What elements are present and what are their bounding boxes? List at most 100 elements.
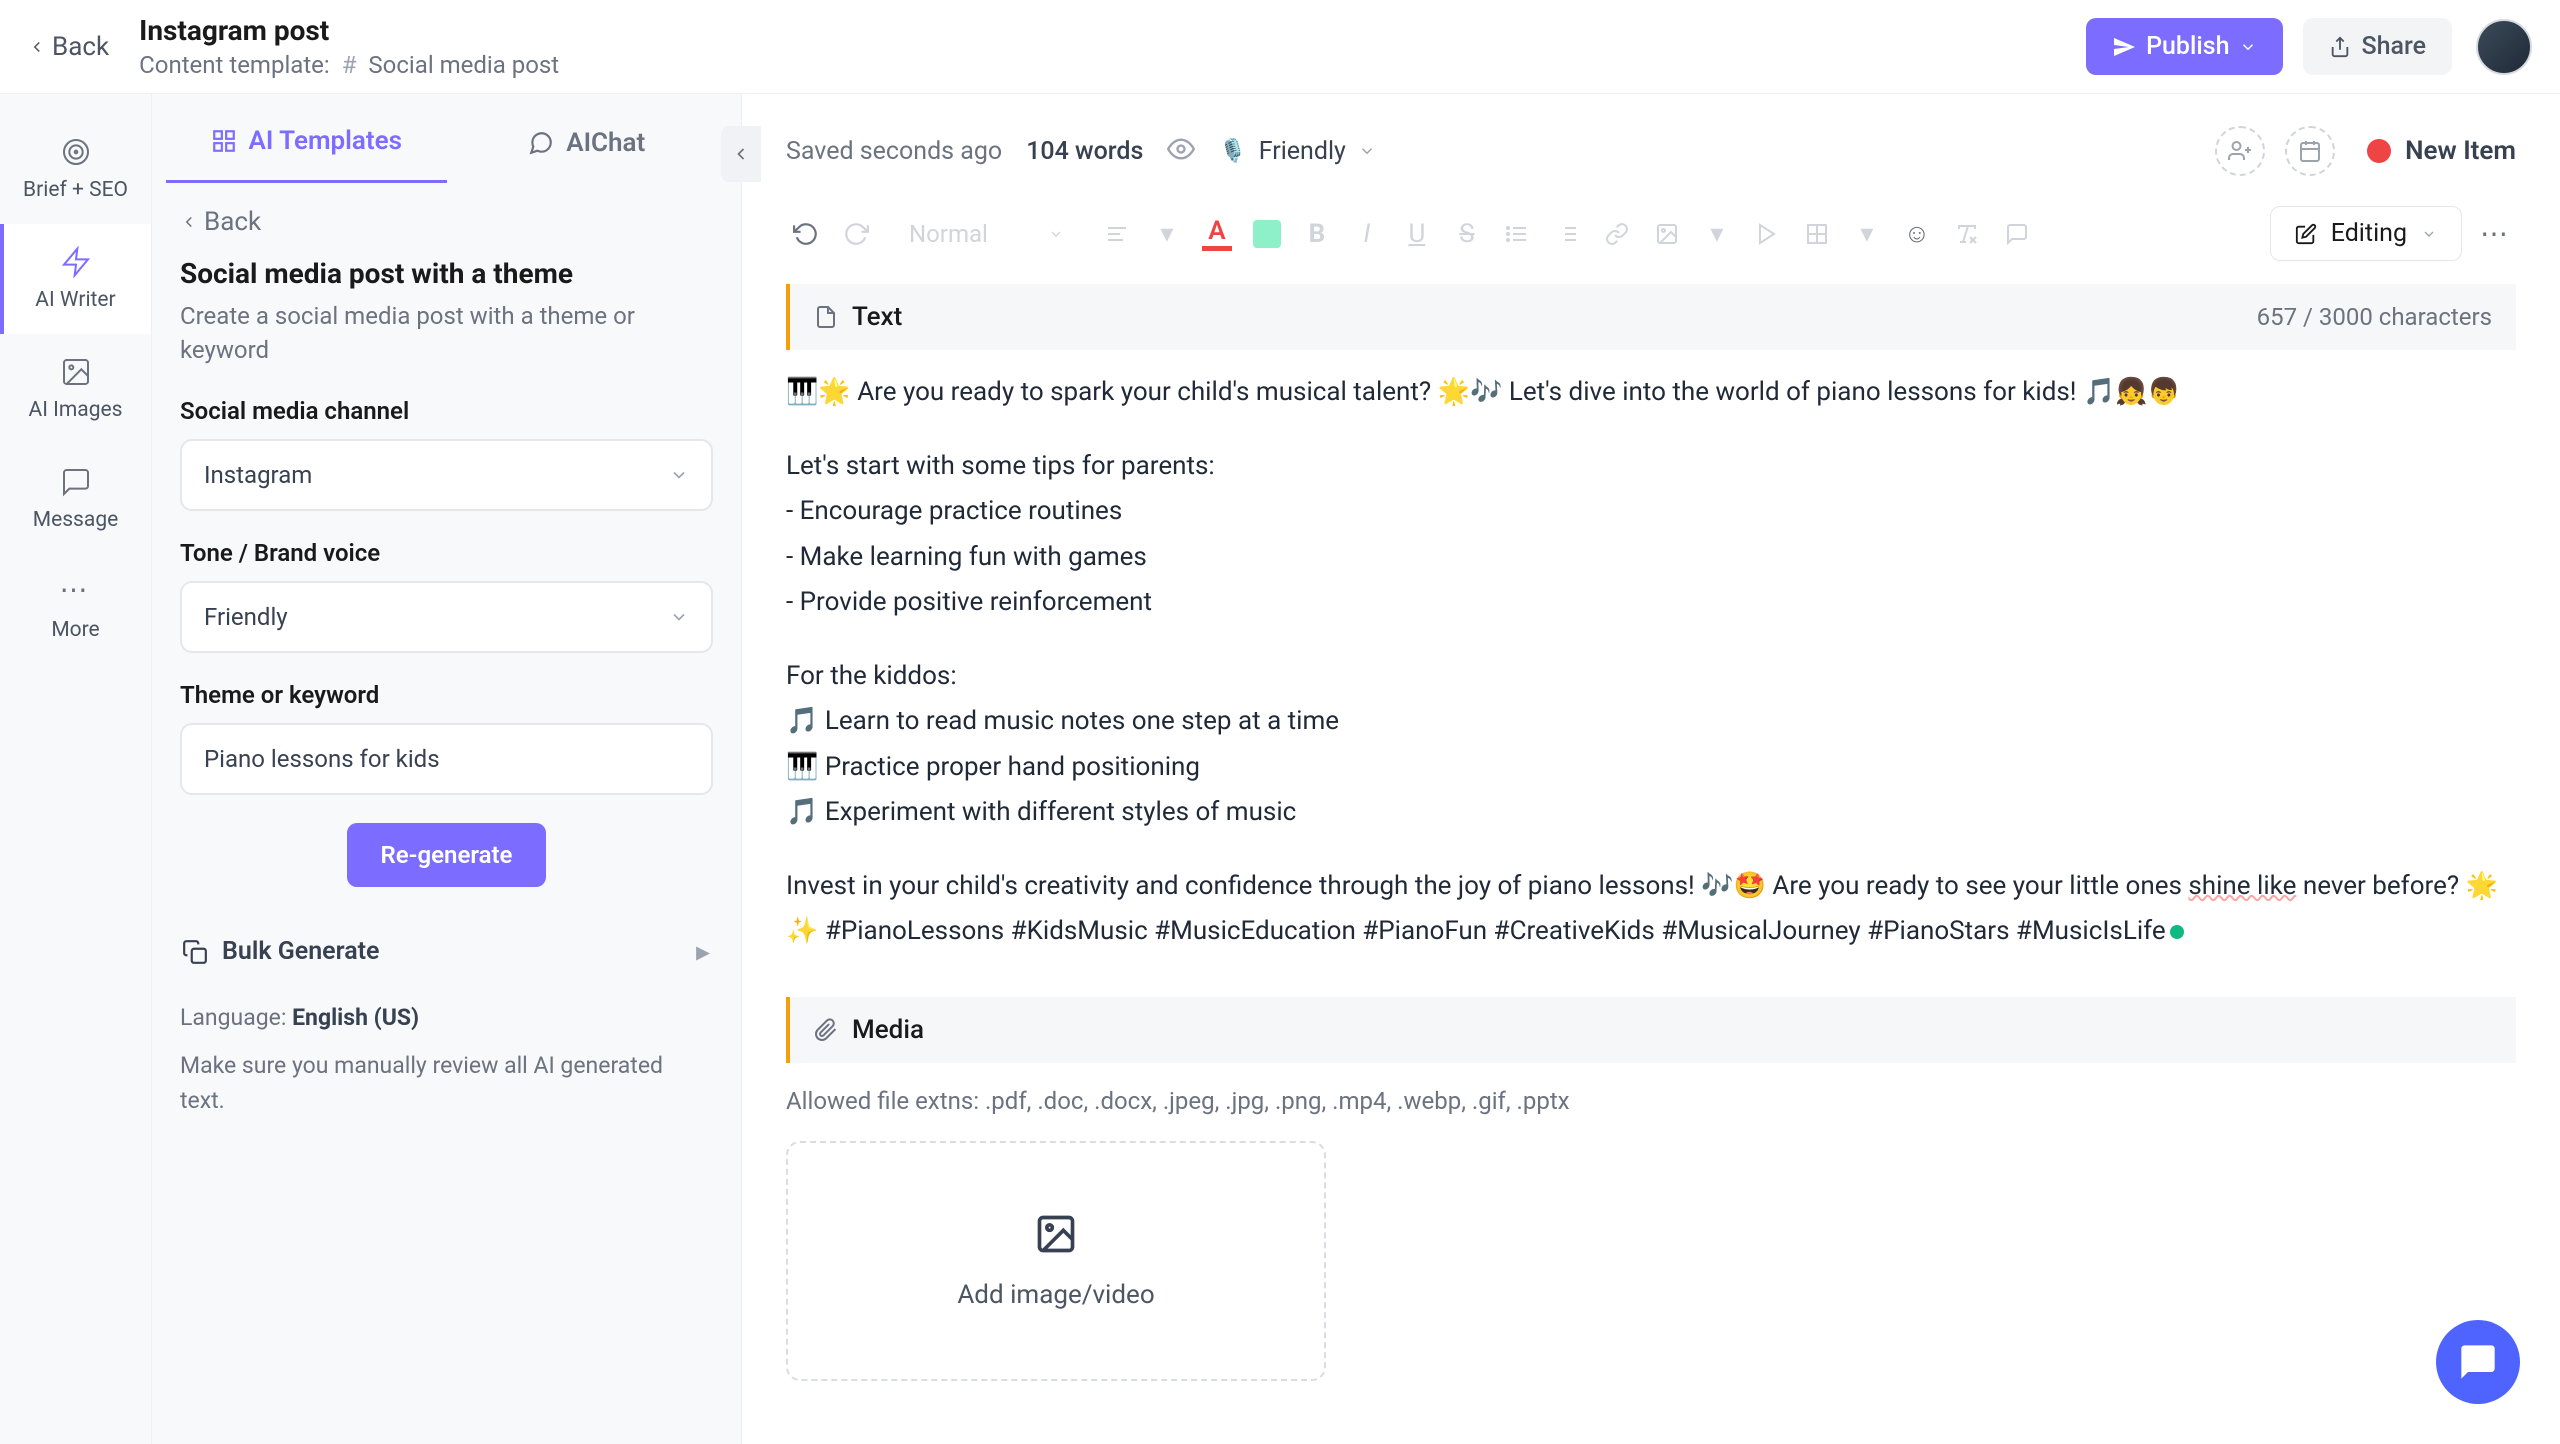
video-button[interactable]	[1747, 214, 1787, 254]
message-icon	[60, 466, 92, 498]
redo-icon	[843, 221, 869, 247]
image-button[interactable]	[1647, 214, 1687, 254]
panel-back-label: Back	[204, 207, 261, 237]
post-content[interactable]: 🎹🌟 Are you ready to spark your child's m…	[786, 370, 2516, 955]
copy-icon	[182, 939, 208, 965]
tone-label: Tone / Brand voice	[180, 539, 713, 567]
theme-input[interactable]: Piano lessons for kids	[180, 723, 713, 795]
table-caret[interactable]: ▾	[1847, 214, 1887, 254]
form-desc: Create a social media post with a theme …	[180, 300, 713, 367]
chevron-down-icon	[1048, 226, 1064, 242]
text-color-icon: A	[1202, 217, 1232, 251]
panel-back-link[interactable]: Back	[152, 183, 741, 247]
link-button[interactable]	[1597, 214, 1637, 254]
rail-brief-seo[interactable]: Brief + SEO	[0, 114, 151, 224]
rail-message-label: Message	[33, 508, 119, 532]
emoji-icon: ☺	[1904, 218, 1931, 249]
more-icon: ⋯	[60, 576, 92, 608]
emoji-button[interactable]: ☺	[1897, 214, 1937, 254]
calendar-icon	[2298, 139, 2322, 163]
share-button[interactable]: Share	[2303, 18, 2452, 75]
bullet-list-button[interactable]	[1497, 214, 1537, 254]
status-dropdown[interactable]: New Item	[2367, 136, 2516, 166]
attachment-icon	[814, 1018, 838, 1042]
rail-images-label: AI Images	[29, 398, 123, 422]
template-link[interactable]: Social media post	[368, 51, 559, 79]
preview-button[interactable]	[1167, 135, 1195, 167]
rail-ai-images[interactable]: AI Images	[0, 334, 151, 444]
publish-button[interactable]: Publish	[2086, 18, 2283, 75]
strike-button[interactable]: S	[1447, 214, 1487, 254]
media-section-label: Media	[852, 1015, 924, 1045]
image-icon	[1034, 1212, 1078, 1256]
intercom-fab[interactable]	[2436, 1320, 2520, 1404]
undo-button[interactable]	[786, 214, 826, 254]
add-assignee-button[interactable]	[2215, 126, 2265, 176]
numbered-list-button[interactable]	[1547, 214, 1587, 254]
align-button[interactable]	[1097, 214, 1137, 254]
italic-button[interactable]: I	[1347, 214, 1387, 254]
tab-templates-label: AI Templates	[249, 126, 402, 156]
form-title: Social media post with a theme	[180, 257, 713, 290]
chat-icon	[528, 130, 554, 156]
tab-ai-chat[interactable]: AIChat	[447, 106, 728, 183]
style-value: Normal	[909, 220, 988, 248]
publish-label: Publish	[2146, 32, 2229, 61]
undo-icon	[793, 221, 819, 247]
status-label: New Item	[2405, 136, 2516, 166]
rail-ai-writer[interactable]: AI Writer	[0, 224, 151, 334]
bulk-generate-row[interactable]: Bulk Generate ▸	[180, 921, 713, 982]
user-plus-icon	[2228, 139, 2252, 163]
add-media-label: Add image/video	[957, 1280, 1154, 1310]
mode-label: Editing	[2331, 219, 2407, 248]
grid-icon	[211, 128, 237, 154]
back-link[interactable]: Back	[28, 32, 109, 62]
rail-brief-label: Brief + SEO	[23, 178, 128, 202]
redo-button[interactable]	[836, 214, 876, 254]
paragraph-style-select[interactable]: Normal	[886, 209, 1087, 259]
tab-ai-templates[interactable]: AI Templates	[166, 106, 447, 183]
chevron-down-icon	[2421, 226, 2437, 242]
rail-more[interactable]: ⋯ More	[0, 554, 151, 664]
bold-button[interactable]: B	[1297, 214, 1337, 254]
chevron-down-icon	[2239, 38, 2257, 56]
language-label: Language:	[180, 1004, 286, 1031]
text-color-button[interactable]: A	[1197, 214, 1237, 254]
chevron-down-icon	[669, 465, 689, 485]
align-caret[interactable]: ▾	[1147, 214, 1187, 254]
rail-message[interactable]: Message	[0, 444, 151, 554]
image-icon	[60, 356, 92, 388]
theme-label: Theme or keyword	[180, 681, 713, 709]
tone-dropdown[interactable]: 🎙️ Friendly	[1219, 137, 1376, 166]
panel-collapse-button[interactable]	[721, 126, 761, 182]
post-p1: 🎹🌟 Are you ready to spark your child's m…	[786, 370, 2516, 416]
intercom-icon	[2458, 1342, 2498, 1382]
tone-value: Friendly	[204, 603, 288, 631]
language-value[interactable]: English (US)	[292, 1004, 419, 1031]
image-caret[interactable]: ▾	[1697, 214, 1737, 254]
regenerate-button[interactable]: Re-generate	[347, 823, 547, 887]
due-date-button[interactable]	[2285, 126, 2335, 176]
channel-label: Social media channel	[180, 397, 713, 425]
clear-format-button[interactable]	[1947, 214, 1987, 254]
media-dropzone[interactable]: Add image/video	[786, 1141, 1326, 1381]
chevron-down-icon	[1358, 142, 1376, 160]
link-icon	[1605, 222, 1629, 246]
clear-format-icon	[1955, 222, 1979, 246]
status-dot-icon	[2367, 139, 2391, 163]
mode-dropdown[interactable]: Editing	[2270, 206, 2462, 261]
user-avatar[interactable]	[2476, 19, 2532, 75]
table-button[interactable]	[1797, 214, 1837, 254]
tone-select[interactable]: Friendly	[180, 581, 713, 653]
allowed-extensions: Allowed file extns: .pdf, .doc, .docx, .…	[786, 1087, 2516, 1115]
ordered-list-icon	[1555, 222, 1579, 246]
play-icon	[1755, 222, 1779, 246]
chevron-left-icon	[731, 144, 751, 164]
underline-button[interactable]: U	[1397, 214, 1437, 254]
toolbar-more-button[interactable]: ⋯	[2472, 217, 2516, 250]
table-icon	[1805, 222, 1829, 246]
comment-button[interactable]	[1997, 214, 2037, 254]
highlight-button[interactable]	[1247, 214, 1287, 254]
channel-select[interactable]: Instagram	[180, 439, 713, 511]
text-section-label: Text	[852, 302, 902, 332]
